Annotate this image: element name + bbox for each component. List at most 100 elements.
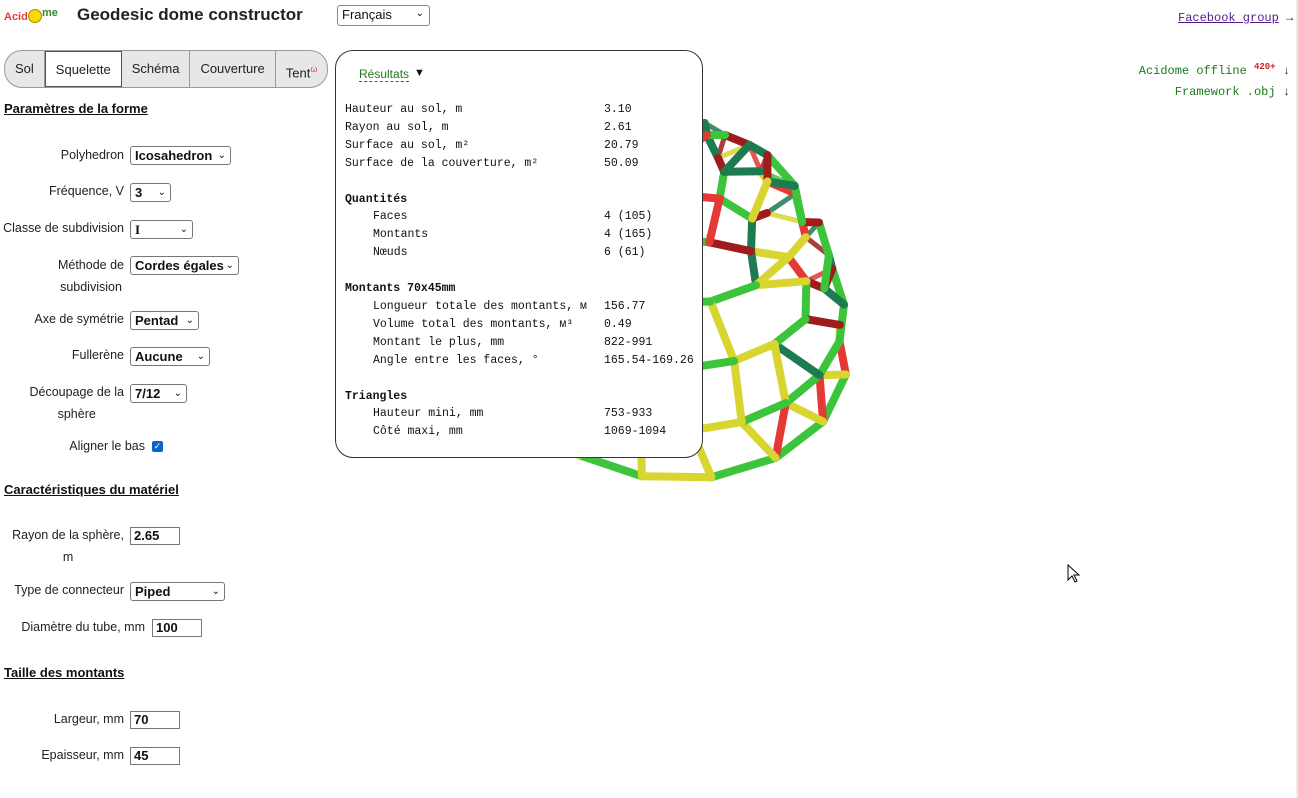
radius-label-line1: Rayon de la sphère, — [12, 528, 124, 542]
logo-me-text: me — [42, 7, 58, 19]
result-value: 753-933 — [604, 407, 653, 420]
dome-strut — [730, 356, 746, 427]
result-label: Surface au sol, m² — [345, 139, 470, 152]
chevron-down-icon: ⌄ — [415, 8, 424, 19]
result-label: Volume total des montants, м³ — [373, 318, 574, 331]
dome-strut — [715, 194, 757, 223]
tube-diameter-input[interactable]: 100 — [152, 619, 202, 637]
class-value: I — [135, 222, 141, 237]
dome-strut — [706, 297, 739, 365]
framework-obj-link[interactable]: Framework .obj ↓ — [1175, 85, 1290, 99]
tab-schema[interactable]: Schéma — [122, 51, 191, 87]
radius-label: Rayon de la sphère, m — [12, 524, 124, 568]
facebook-group-text[interactable]: Facebook group — [1178, 11, 1279, 25]
class-select[interactable]: I ⌄ — [130, 220, 193, 239]
axis-select[interactable]: Pentad ⌄ — [130, 311, 199, 330]
triangles-heading: Triangles — [345, 390, 408, 403]
result-label: Nœuds — [373, 246, 408, 259]
cut-label-line1: Découpage de la — [29, 385, 124, 399]
material-heading: Caractéristiques du matériel — [4, 482, 179, 497]
tab-label: Couverture — [200, 61, 265, 76]
result-label: Rayon au sol, m — [345, 121, 449, 134]
dome-strut — [715, 167, 729, 203]
tab-tent[interactable]: Tentω — [276, 51, 328, 87]
result-label: Côté maxi, mm — [373, 425, 463, 438]
arrow-right-icon: → — [1286, 11, 1294, 25]
strut-thickness-input[interactable]: 45 — [130, 747, 180, 765]
result-label: Montant le plus, mm — [373, 336, 505, 349]
chevron-down-icon: ⌄ — [185, 315, 194, 326]
smiley-icon — [28, 9, 42, 23]
tab-label: Schéma — [131, 61, 180, 76]
dome-strut — [763, 177, 799, 190]
dome-strut — [764, 191, 798, 216]
language-value: Français — [342, 7, 392, 22]
acidome-offline-link[interactable]: Acidome offline 420+ ↓ — [1139, 62, 1290, 78]
download-icon: ↓ — [1282, 85, 1290, 99]
language-select[interactable]: Français ⌄ — [337, 5, 430, 26]
shape-params-heading: Paramètres de la forme — [4, 101, 148, 116]
chevron-down-icon: ⌄ — [179, 224, 188, 235]
dome-strut — [801, 277, 811, 324]
cut-label-line2: sphère — [57, 407, 96, 421]
frequency-select[interactable]: 3 ⌄ — [130, 183, 171, 202]
radius-label-line2: m — [62, 550, 74, 564]
fullerene-select[interactable]: Aucune ⌄ — [130, 347, 210, 366]
result-value: 50.09 — [604, 157, 639, 170]
facebook-group-link[interactable]: Facebook group → — [1178, 11, 1293, 25]
chevron-down-icon: ⌄ — [211, 586, 220, 597]
dome-strut — [705, 238, 755, 256]
results-toggle[interactable]: Résultats — [359, 67, 410, 82]
cut-select[interactable]: 7/12 ⌄ — [130, 384, 187, 403]
tab-label: Tent — [285, 65, 311, 81]
radius-input[interactable]: 2.65 — [130, 527, 180, 545]
align-bottom-checkbox[interactable]: ✓ — [152, 441, 163, 452]
dome-strut — [815, 371, 828, 426]
dome-strut — [705, 194, 724, 247]
polyhedron-select[interactable]: Icosahedron ⌄ — [130, 146, 231, 165]
result-label: Surface de la couverture, m² — [345, 157, 539, 170]
acidome-offline-text: Acidome offline — [1138, 64, 1247, 78]
struts-results-heading: Montants 70x45mm — [345, 282, 456, 295]
connector-select[interactable]: Piped ⌄ — [130, 582, 225, 601]
acidome-logo[interactable]: Acid me — [4, 7, 60, 26]
chevron-down-icon: ⌄ — [196, 351, 205, 362]
struts-heading: Taille des montants — [4, 665, 125, 680]
dome-strut — [706, 281, 761, 306]
cut-label: Découpage de la sphère — [29, 381, 124, 425]
dome-strut — [781, 399, 828, 426]
dome-strut — [575, 451, 646, 481]
dome-strut — [781, 371, 824, 407]
result-value: 4 (105) — [604, 210, 653, 223]
tab-squelette[interactable]: Squelette — [44, 51, 122, 87]
dome-strut — [747, 247, 793, 262]
caret-down-icon[interactable]: ▼ — [414, 67, 425, 79]
fullerene-value: Aucune — [135, 349, 183, 364]
tab-sol[interactable]: Sol — [5, 51, 45, 87]
result-label: Hauteur au sol, m — [345, 103, 463, 116]
tab-label: Squelette — [55, 62, 111, 77]
result-value: 1069-1094 — [604, 425, 667, 438]
result-value: 3.10 — [604, 103, 632, 116]
dome-strut — [737, 418, 780, 462]
strut-width-input[interactable]: 70 — [130, 711, 180, 729]
dome-strut — [770, 315, 810, 348]
result-label: Montants — [373, 228, 429, 241]
offline-badge: 420+ — [1253, 62, 1276, 72]
frequency-value: 3 — [135, 185, 143, 200]
fullerene-label: Fullerène — [71, 348, 124, 362]
align-label: Aligner le bas — [69, 439, 145, 453]
method-label-line1: Méthode de — [57, 258, 124, 272]
tab-label: Sol — [15, 61, 34, 76]
result-label: Hauteur mini, mm — [373, 407, 484, 420]
method-select[interactable]: Cordes égales ⌄ — [130, 256, 239, 275]
connector-value: Piped — [135, 584, 171, 599]
dome-strut — [815, 337, 844, 380]
polyhedron-value: Icosahedron — [135, 148, 213, 163]
framework-obj-text: Framework .obj — [1174, 85, 1276, 99]
method-value: Cordes égales — [135, 258, 224, 273]
thickness-label: Epaisseur, mm — [41, 748, 124, 762]
chevron-down-icon: ⌄ — [173, 388, 182, 399]
page-title: Geodesic dome constructor — [77, 5, 303, 24]
tab-couverture[interactable]: Couverture — [190, 51, 276, 87]
